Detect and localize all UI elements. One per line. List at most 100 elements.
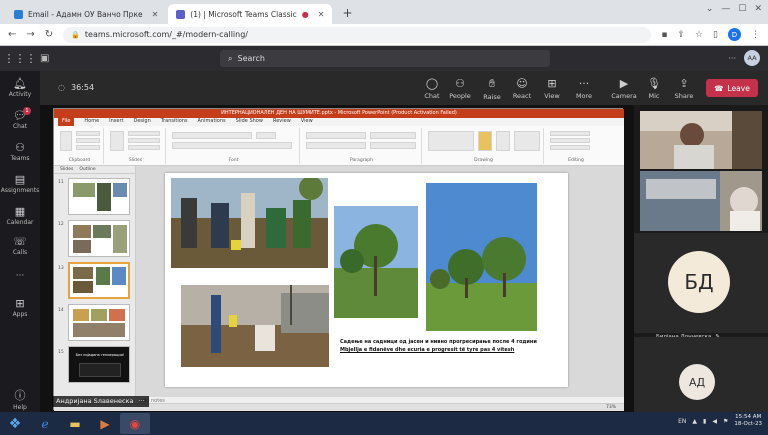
list-buttons[interactable] [306, 132, 366, 139]
ppt-tab-insert[interactable]: Insert [109, 118, 123, 126]
chrome-icon[interactable]: ◉ [120, 413, 150, 434]
slide-thumbnail[interactable]: Без појадина гениерации! [68, 346, 130, 383]
media-player-icon[interactable]: ▶ [90, 413, 120, 434]
ppt-tab-file[interactable]: File [58, 118, 75, 126]
copy-button[interactable] [76, 138, 100, 143]
view-button[interactable]: ⊞ View [538, 77, 566, 100]
replace-button[interactable] [550, 138, 590, 143]
leave-button[interactable]: ☎ Leave [706, 79, 758, 97]
select-button[interactable] [550, 145, 590, 150]
volume-icon[interactable]: ◀ [712, 418, 717, 425]
zoom-level[interactable]: 73% [606, 405, 616, 410]
font-name-select[interactable] [172, 132, 252, 139]
shapes-gallery[interactable] [428, 131, 474, 151]
find-button[interactable] [550, 131, 590, 136]
network-icon[interactable]: ▮ [703, 418, 706, 425]
new-slide-button[interactable] [110, 131, 124, 151]
share-icon[interactable]: ⇪ [677, 30, 685, 40]
ppt-tab-view[interactable]: View [301, 118, 313, 126]
back-icon[interactable]: ← [8, 29, 16, 40]
paste-button[interactable] [60, 131, 72, 151]
browser-tab-email[interactable]: Email - Адамн ОУ Ванчо Прке ✕ [6, 4, 166, 24]
minimize-icon[interactable]: — [721, 4, 730, 14]
share-button[interactable]: ⇪ Share [670, 77, 698, 100]
forward-icon[interactable]: → [26, 29, 34, 40]
more-icon[interactable]: ··· [138, 396, 144, 407]
rail-item-activity[interactable]: 🔔︎ Activity [0, 77, 40, 98]
rail-item-help[interactable]: ⓘ Help [0, 387, 40, 411]
bell-icon: 🔔︎ [13, 77, 27, 90]
mic-button[interactable]: 🎙︎ Mic [640, 77, 668, 100]
more-options-button[interactable]: ··· [728, 54, 736, 63]
ppt-tab-animations[interactable]: Animations [198, 118, 226, 126]
ppt-tab-design[interactable]: Design [133, 118, 150, 126]
reload-icon[interactable]: ↻ [45, 29, 53, 40]
slide-thumbnail-selected[interactable] [68, 262, 130, 299]
camera-button[interactable]: ▶ Camera [610, 77, 638, 100]
rail-item-more[interactable]: ··· [0, 271, 40, 281]
clock[interactable]: 15:54 AM 18-Oct-23 [734, 414, 762, 428]
chat-button[interactable]: ◯ Chat [418, 77, 446, 100]
reset-button[interactable] [128, 138, 160, 143]
maximize-icon[interactable]: ☐ [738, 4, 746, 14]
more-button[interactable]: ··· More [570, 77, 598, 100]
url-field[interactable]: 🔒 teams.microsoft.com/_#/modern-calling/ [63, 26, 652, 43]
camera-permission-icon[interactable]: ▪ [661, 30, 667, 40]
slide-thumbnail[interactable] [68, 178, 130, 215]
star-icon[interactable]: ☆ [695, 30, 703, 40]
ie-icon[interactable]: ℯ [30, 413, 60, 434]
ppt-tab-slideshow[interactable]: Slide Show [236, 118, 263, 126]
quick-styles-button[interactable] [496, 131, 510, 151]
flag-icon[interactable]: ⚑ [723, 418, 728, 425]
section-button[interactable] [128, 145, 160, 150]
format-painter-button[interactable] [76, 145, 100, 150]
arrange-button[interactable] [478, 131, 492, 151]
rail-item-chat[interactable]: 💬︎ 1 Chat [0, 107, 40, 130]
font-size-select[interactable] [256, 132, 276, 139]
user-avatar[interactable]: AA [744, 50, 760, 66]
layout-button[interactable] [128, 131, 160, 136]
language-indicator[interactable]: EN [678, 418, 686, 425]
people-button[interactable]: ⚇ People [446, 77, 474, 100]
participant-video-tile[interactable] [640, 111, 762, 169]
rail-item-calendar[interactable]: ▦ Calendar [0, 205, 40, 226]
align-buttons[interactable] [306, 142, 366, 149]
participant-video-tile[interactable] [640, 171, 762, 231]
thumb-tab-slides[interactable]: Slides [60, 166, 73, 173]
current-slide[interactable]: Садење на садници од јасен и нивно прогр… [165, 173, 568, 387]
rail-item-apps[interactable]: ⊞ Apps [0, 297, 40, 318]
browser-tab-teams[interactable]: (1) | Microsoft Teams Classic ● ✕ [168, 4, 333, 24]
slide-thumbnail[interactable] [68, 220, 130, 257]
close-icon[interactable]: ✕ [152, 10, 159, 19]
sidepanel-icon[interactable]: ▯ [713, 30, 718, 40]
rail-item-assignments[interactable]: ▤ Assignments [0, 173, 40, 194]
chevron-down-icon[interactable]: ⌄ [706, 4, 714, 14]
arrow-up-icon[interactable]: ▲ [692, 418, 697, 425]
close-icon[interactable]: ✕ [318, 10, 325, 19]
new-tab-button[interactable]: + [334, 6, 360, 24]
rail-item-teams[interactable]: ⚇ Teams [0, 141, 40, 162]
smartart-button[interactable] [370, 142, 416, 149]
windows-start-icon[interactable]: ❖ [0, 416, 30, 432]
rail-item-calls[interactable]: ☏ Calls [0, 235, 40, 256]
react-button[interactable]: ☺ React [508, 77, 536, 100]
participant-tile-ad[interactable]: АД [634, 337, 768, 412]
meeting-bar: ◌ 36:54 ◯ Chat ⚇ People ✋︎ Raise ☺ React ⊞ Vi… [40, 71, 768, 105]
menu-icon[interactable]: ⋮ [751, 30, 760, 40]
shape-fill-buttons[interactable] [514, 131, 540, 151]
ppt-tab-transitions[interactable]: Transitions [161, 118, 188, 126]
font-format-buttons[interactable] [172, 142, 292, 149]
raise-hand-button[interactable]: ✋︎ Raise [478, 77, 506, 101]
profile-avatar[interactable]: D [728, 28, 741, 41]
cut-button[interactable] [76, 131, 100, 136]
ppt-tab-review[interactable]: Review [273, 118, 291, 126]
thumb-tab-outline[interactable]: Outline [79, 166, 95, 173]
slide-thumbnail[interactable] [68, 304, 130, 341]
participant-tile-bd[interactable]: БД Билјана Дончевска ✎ [634, 233, 768, 340]
ppt-tab-home[interactable]: Home [84, 118, 99, 126]
app-launcher-icon[interactable]: ⋮⋮⋮ [0, 52, 40, 65]
search-box[interactable]: ⌕ Search [220, 50, 550, 67]
close-window-icon[interactable]: ✕ [754, 4, 762, 14]
file-explorer-icon[interactable]: ▬ [60, 413, 90, 434]
text-direction-button[interactable] [370, 132, 416, 139]
